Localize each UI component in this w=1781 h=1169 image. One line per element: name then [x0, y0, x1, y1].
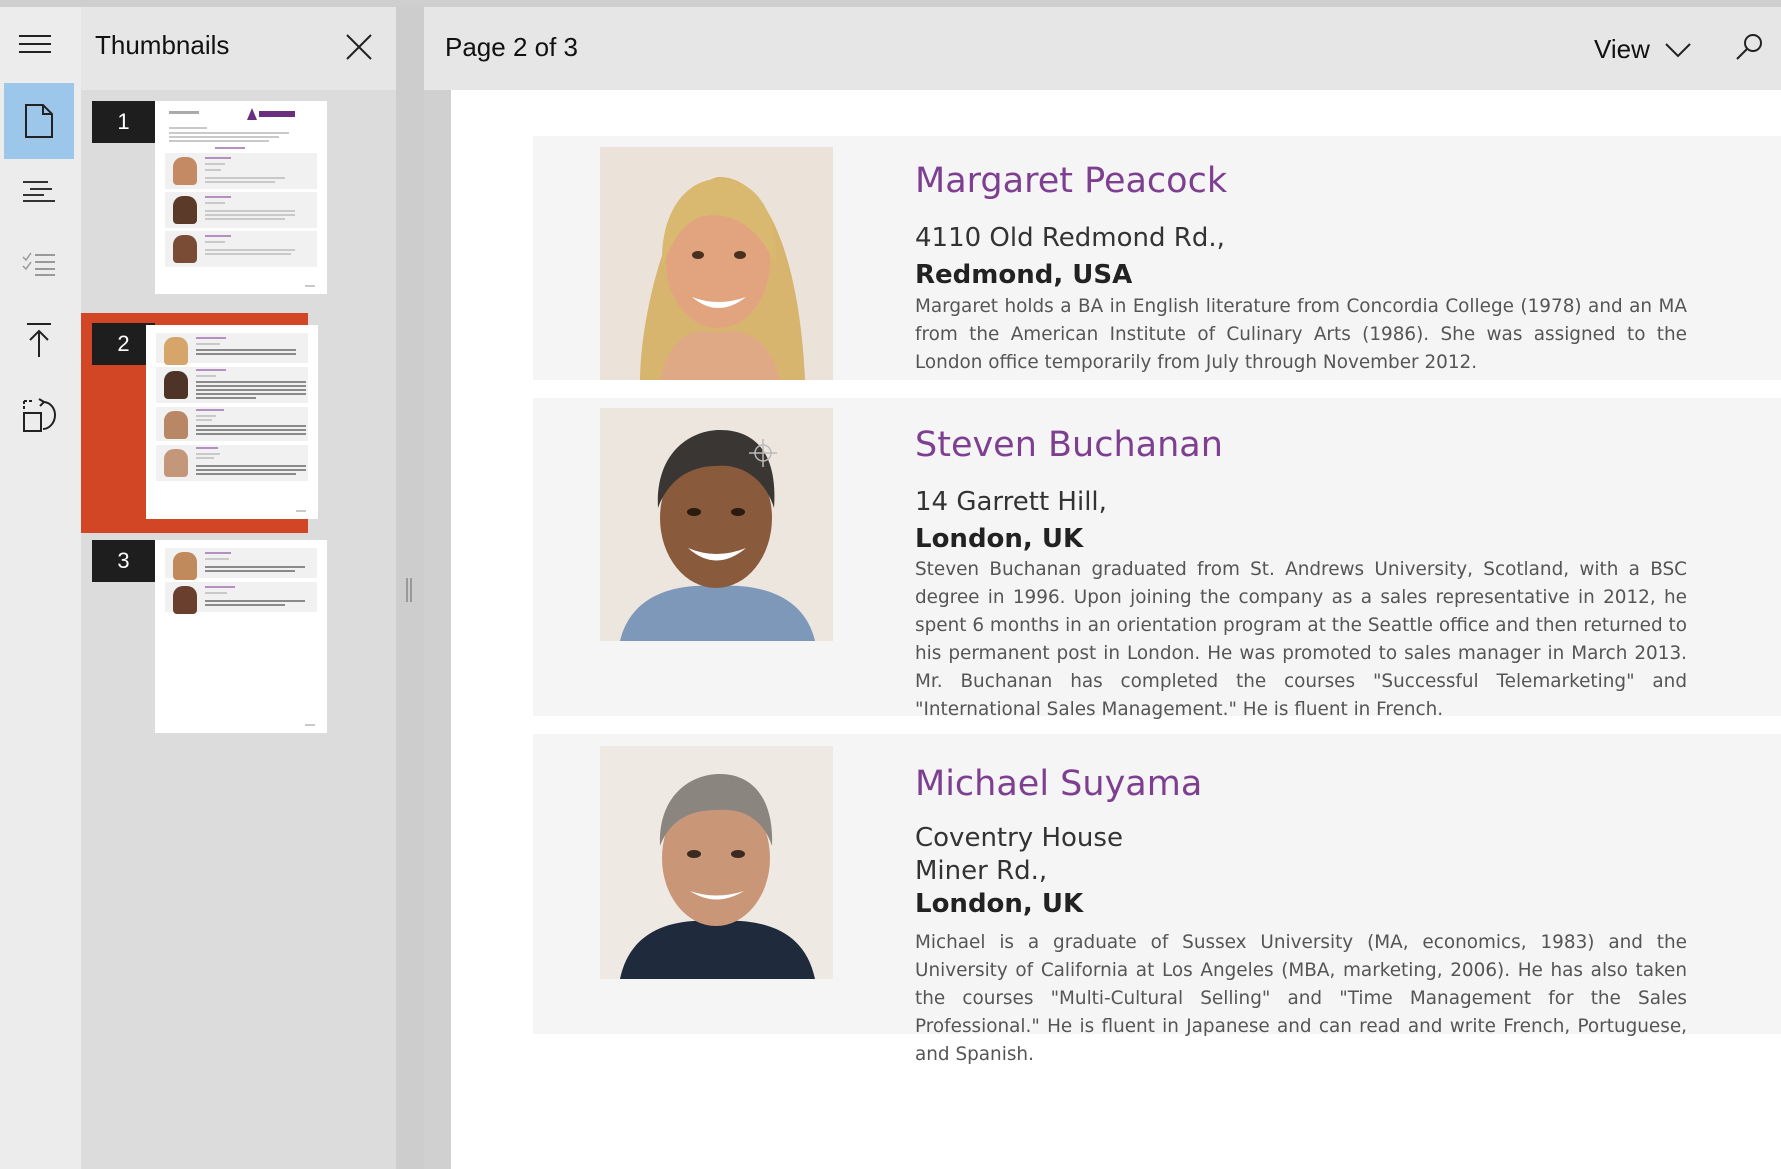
address-line: 4110 Old Redmond Rd.,	[915, 223, 1225, 253]
employee-name: Steven Buchanan	[915, 425, 1223, 465]
thumbnails-view-button[interactable]	[4, 83, 74, 159]
checklist-icon	[22, 252, 56, 276]
employee-card: Margaret Peacock 4110 Old Redmond Rd., R…	[533, 136, 1781, 380]
address-line: Miner Rd.,	[915, 856, 1048, 886]
thumbnail-page-1[interactable]: 1	[81, 101, 341, 301]
thumbnails-title: Thumbnails	[95, 30, 230, 60]
thumbnail-page-3[interactable]: 3	[81, 540, 341, 740]
employee-bio: Michael is a graduate of Sussex Universi…	[915, 932, 1687, 1065]
view-menu-button[interactable]: View	[1594, 29, 1692, 69]
thumbnail-page-2[interactable]: 2	[81, 313, 318, 533]
go-to-top-icon	[25, 322, 53, 358]
chevron-down-icon	[1664, 34, 1692, 65]
annotations-view-button[interactable]	[4, 226, 74, 302]
hamburger-menu-icon	[18, 35, 52, 58]
window-top-edge	[0, 0, 1781, 7]
employee-address: Coventry House Miner Rd., London, UK	[915, 822, 1123, 921]
close-icon	[345, 33, 373, 66]
thumbnails-pane: Thumbnails 1 2 3	[81, 7, 396, 1169]
employee-bio: Margaret holds a BA in English literatur…	[915, 296, 1687, 373]
thumbnails-header: Thumbnails	[81, 7, 396, 90]
thumbnail-number: 1	[92, 101, 155, 143]
employee-name: Michael Suyama	[915, 764, 1203, 804]
page-icon	[24, 104, 54, 138]
view-label: View	[1594, 33, 1650, 64]
document-viewer[interactable]: Margaret Peacock 4110 Old Redmond Rd., R…	[424, 90, 1781, 1169]
page-indicator: Page 2 of 3	[445, 32, 578, 62]
address-city: London, UK	[915, 524, 1084, 554]
outline-icon	[22, 180, 56, 202]
rotate-page-icon	[21, 397, 57, 433]
employee-card: Steven Buchanan 14 Garrett Hill, London,…	[533, 398, 1781, 720]
thumbnail-preview	[146, 325, 318, 519]
tool-rail	[0, 7, 81, 1169]
employee-address: 4110 Old Redmond Rd., Redmond, USA	[915, 220, 1225, 294]
rotate-page-button[interactable]	[4, 377, 74, 453]
move-cursor-icon	[748, 438, 778, 473]
address-city: Redmond, USA	[915, 260, 1133, 290]
employee-name: Margaret Peacock	[915, 161, 1228, 201]
thumbnail-preview	[155, 540, 327, 733]
employee-bio: Steven Buchanan graduated from St. Andre…	[915, 559, 1687, 720]
employee-address: 14 Garrett Hill, London, UK	[915, 484, 1107, 558]
employee-card: Michael Suyama Coventry House Miner Rd.,…	[533, 734, 1781, 1065]
close-thumbnails-button[interactable]	[339, 29, 379, 69]
viewer-toolbar: Page 2 of 3 View	[424, 7, 1781, 90]
search-button[interactable]	[1729, 29, 1769, 69]
search-icon	[1735, 33, 1763, 66]
splitter-grip-icon[interactable]	[406, 578, 414, 602]
outline-view-button[interactable]	[4, 153, 74, 229]
address-city: London, UK	[915, 889, 1084, 919]
thumbnail-number: 3	[92, 540, 155, 582]
address-line: Coventry House	[915, 823, 1123, 853]
employee-photo	[600, 746, 833, 979]
acme-logo	[247, 107, 297, 120]
go-to-first-page-button[interactable]	[4, 302, 74, 378]
menu-button[interactable]	[18, 34, 52, 59]
address-line: 14 Garrett Hill,	[915, 487, 1107, 517]
employee-photo	[600, 147, 833, 380]
thumbnail-preview	[155, 101, 327, 294]
document-page: Margaret Peacock 4110 Old Redmond Rd., R…	[451, 90, 1781, 1169]
employee-photo	[600, 408, 833, 641]
